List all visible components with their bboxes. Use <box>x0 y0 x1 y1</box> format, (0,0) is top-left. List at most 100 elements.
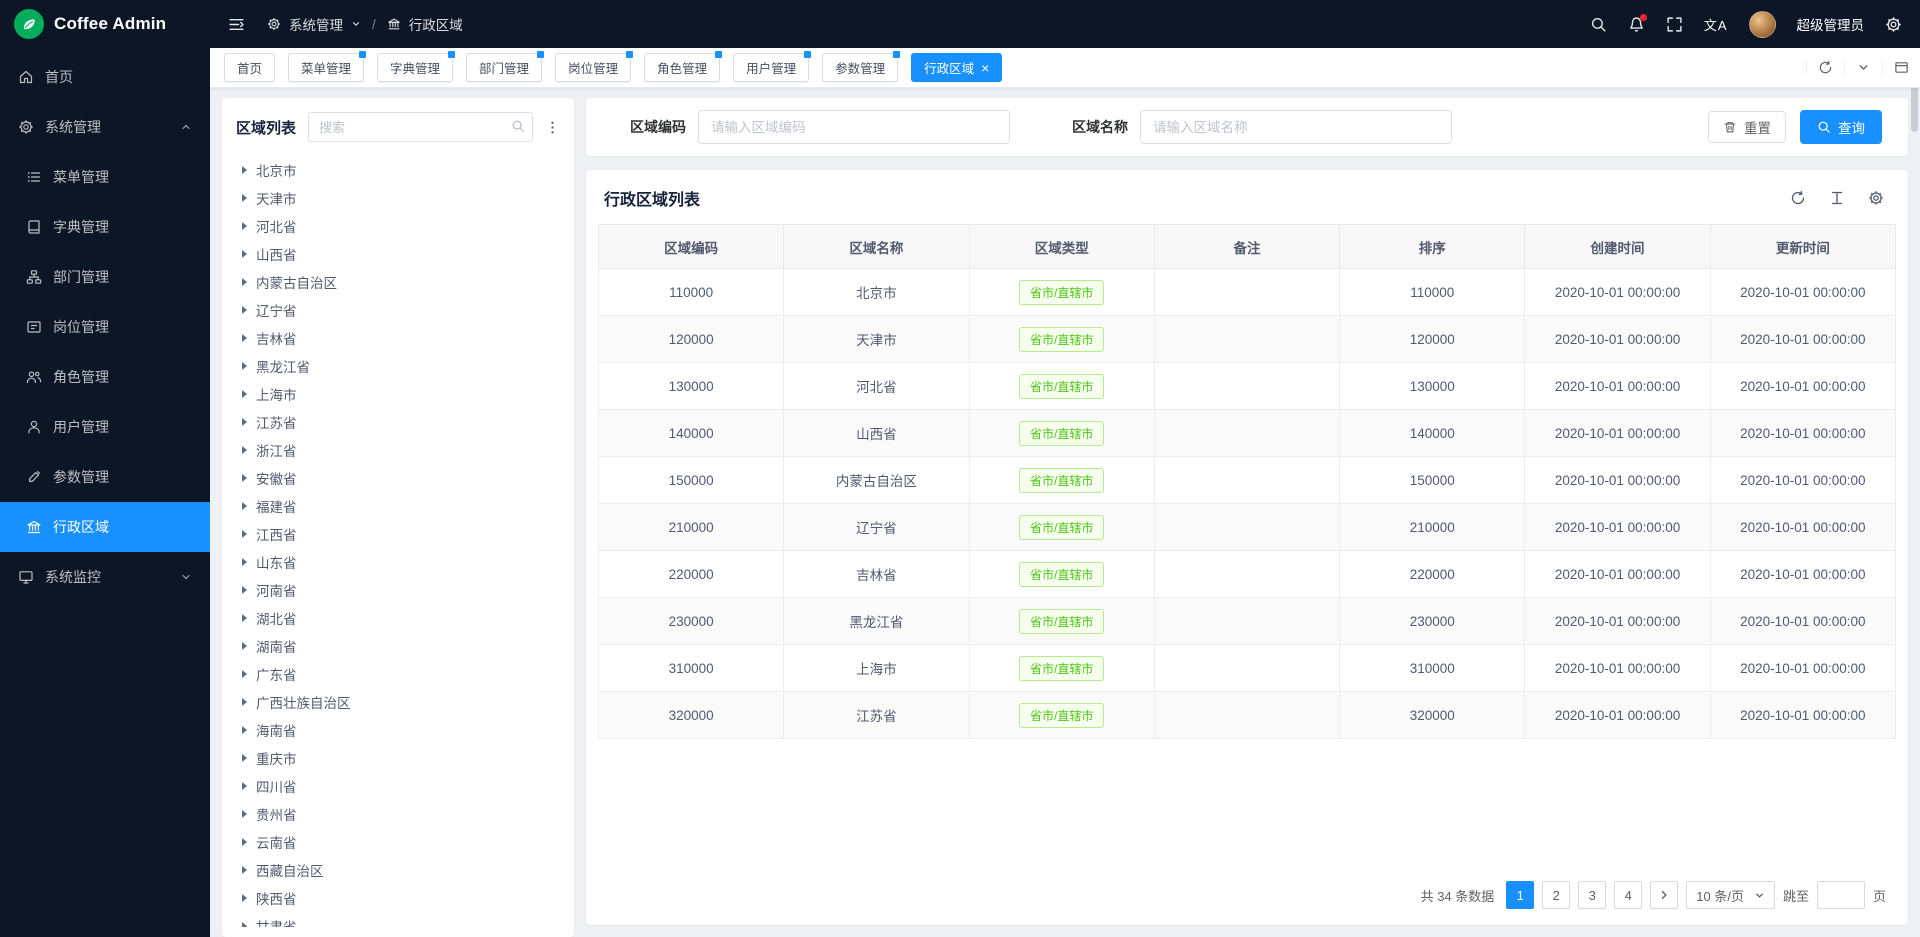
caret-right-icon[interactable] <box>242 754 247 762</box>
tree-item[interactable]: 河北省 <box>234 212 562 240</box>
tab-dept-mgmt[interactable]: 部门管理 <box>466 53 542 82</box>
tree-item[interactable]: 广西壮族自治区 <box>234 688 562 716</box>
tree-item[interactable]: 河南省 <box>234 576 562 604</box>
table-row[interactable]: 110000北京市省市/直辖市1100002020-10-01 00:00:00… <box>599 269 1896 316</box>
caret-right-icon[interactable] <box>242 278 247 286</box>
table-row[interactable]: 140000山西省省市/直辖市1400002020-10-01 00:00:00… <box>599 410 1896 457</box>
caret-right-icon[interactable] <box>242 642 247 650</box>
sidebar-group-system[interactable]: 系统管理 <box>0 102 210 152</box>
search-icon[interactable] <box>1590 16 1607 33</box>
app-logo[interactable]: Coffee Admin <box>0 0 210 48</box>
page-button-2[interactable]: 2 <box>1542 881 1570 909</box>
caret-right-icon[interactable] <box>242 922 247 927</box>
tree-item[interactable]: 重庆市 <box>234 744 562 772</box>
tree-item[interactable]: 安徽省 <box>234 464 562 492</box>
sidebar-item-home[interactable]: 首页 <box>0 52 210 102</box>
tab-param-mgmt[interactable]: 参数管理 <box>822 53 898 82</box>
table-row[interactable]: 150000内蒙古自治区省市/直辖市1500002020-10-01 00:00… <box>599 457 1896 504</box>
reset-button[interactable]: 重置 <box>1708 111 1786 143</box>
page-button-4[interactable]: 4 <box>1614 881 1642 909</box>
table-row[interactable]: 130000河北省省市/直辖市1300002020-10-01 00:00:00… <box>599 363 1896 410</box>
tree-item[interactable]: 江西省 <box>234 520 562 548</box>
tab-menu-chevron-icon[interactable] <box>1844 60 1882 75</box>
region-search-input[interactable] <box>308 112 533 142</box>
page-scrollbar-thumb[interactable] <box>1911 84 1918 132</box>
jump-page-input[interactable] <box>1817 881 1865 909</box>
caret-right-icon[interactable] <box>242 894 247 902</box>
tab-post-mgmt[interactable]: 岗位管理 <box>555 53 631 82</box>
caret-right-icon[interactable] <box>242 250 247 258</box>
sidebar-item-role-mgmt[interactable]: 角色管理 <box>0 352 210 402</box>
tree-item[interactable]: 浙江省 <box>234 436 562 464</box>
page-button-3[interactable]: 3 <box>1578 881 1606 909</box>
tree-item[interactable]: 陕西省 <box>234 884 562 912</box>
caret-right-icon[interactable] <box>242 782 247 790</box>
tab-user-mgmt[interactable]: 用户管理 <box>733 53 809 82</box>
caret-right-icon[interactable] <box>242 558 247 566</box>
breadcrumb-root[interactable]: 系统管理 <box>289 14 343 34</box>
translate-icon[interactable]: 文A <box>1704 15 1728 34</box>
tab-home[interactable]: 首页 <box>224 53 275 82</box>
tree-item[interactable]: 上海市 <box>234 380 562 408</box>
page-size-select[interactable]: 10 条/页 <box>1686 881 1775 909</box>
caret-right-icon[interactable] <box>242 306 247 314</box>
page-button-1[interactable]: 1 <box>1506 881 1534 909</box>
sidebar-item-user-mgmt[interactable]: 用户管理 <box>0 402 210 452</box>
caret-right-icon[interactable] <box>242 222 247 230</box>
tree-item[interactable]: 四川省 <box>234 772 562 800</box>
caret-right-icon[interactable] <box>242 474 247 482</box>
tab-role-mgmt[interactable]: 角色管理 <box>644 53 720 82</box>
table-row[interactable]: 230000黑龙江省省市/直辖市2300002020-10-01 00:00:0… <box>599 598 1896 645</box>
caret-right-icon[interactable] <box>242 390 247 398</box>
tree-item[interactable]: 云南省 <box>234 828 562 856</box>
caret-right-icon[interactable] <box>242 810 247 818</box>
table-row[interactable]: 210000辽宁省省市/直辖市2100002020-10-01 00:00:00… <box>599 504 1896 551</box>
table-row[interactable]: 120000天津市省市/直辖市1200002020-10-01 00:00:00… <box>599 316 1896 363</box>
tree-item[interactable]: 湖北省 <box>234 604 562 632</box>
tab-menu-mgmt[interactable]: 菜单管理 <box>288 53 364 82</box>
tree-item[interactable]: 天津市 <box>234 184 562 212</box>
avatar[interactable] <box>1749 11 1776 38</box>
tree-item[interactable]: 海南省 <box>234 716 562 744</box>
caret-right-icon[interactable] <box>242 670 247 678</box>
tree-item[interactable]: 湖南省 <box>234 632 562 660</box>
sidebar-item-dict-mgmt[interactable]: 字典管理 <box>0 202 210 252</box>
region-code-input[interactable] <box>698 110 1010 144</box>
sidebar-item-param-mgmt[interactable]: 参数管理 <box>0 452 210 502</box>
table-row[interactable]: 220000吉林省省市/直辖市2200002020-10-01 00:00:00… <box>599 551 1896 598</box>
caret-right-icon[interactable] <box>242 418 247 426</box>
settings-gear-icon[interactable] <box>1885 16 1902 33</box>
fullscreen-icon[interactable] <box>1666 16 1683 33</box>
column-height-icon[interactable] <box>1829 190 1845 206</box>
tree-item[interactable]: 山西省 <box>234 240 562 268</box>
sidebar-item-region[interactable]: 行政区域 <box>0 502 210 552</box>
caret-right-icon[interactable] <box>242 530 247 538</box>
tree-item[interactable]: 山东省 <box>234 548 562 576</box>
sidebar-item-dept-mgmt[interactable]: 部门管理 <box>0 252 210 302</box>
caret-right-icon[interactable] <box>242 166 247 174</box>
next-page-button[interactable] <box>1650 881 1678 909</box>
tree-item[interactable]: 江苏省 <box>234 408 562 436</box>
user-name[interactable]: 超级管理员 <box>1797 14 1865 34</box>
refresh-icon[interactable] <box>1790 190 1806 206</box>
tree-item[interactable]: 福建省 <box>234 492 562 520</box>
table-row[interactable]: 320000江苏省省市/直辖市3200002020-10-01 00:00:00… <box>599 692 1896 739</box>
region-name-input[interactable] <box>1140 110 1452 144</box>
tree-item[interactable]: 甘肃省 <box>234 912 562 927</box>
caret-right-icon[interactable] <box>242 614 247 622</box>
tab-dict-mgmt[interactable]: 字典管理 <box>377 53 453 82</box>
tree-item[interactable]: 北京市 <box>234 156 562 184</box>
query-button[interactable]: 查询 <box>1800 110 1882 144</box>
search-icon[interactable] <box>511 119 525 133</box>
sidebar-item-post-mgmt[interactable]: 岗位管理 <box>0 302 210 352</box>
caret-right-icon[interactable] <box>242 866 247 874</box>
caret-right-icon[interactable] <box>242 194 247 202</box>
tree-item[interactable]: 黑龙江省 <box>234 352 562 380</box>
refresh-tabs-icon[interactable] <box>1806 60 1844 75</box>
sidebar-group-monitor[interactable]: 系统监控 <box>0 552 210 602</box>
caret-right-icon[interactable] <box>242 502 247 510</box>
tree-item[interactable]: 内蒙古自治区 <box>234 268 562 296</box>
menu-fold-icon[interactable] <box>228 16 245 33</box>
caret-right-icon[interactable] <box>242 726 247 734</box>
bell-icon[interactable] <box>1628 16 1645 33</box>
